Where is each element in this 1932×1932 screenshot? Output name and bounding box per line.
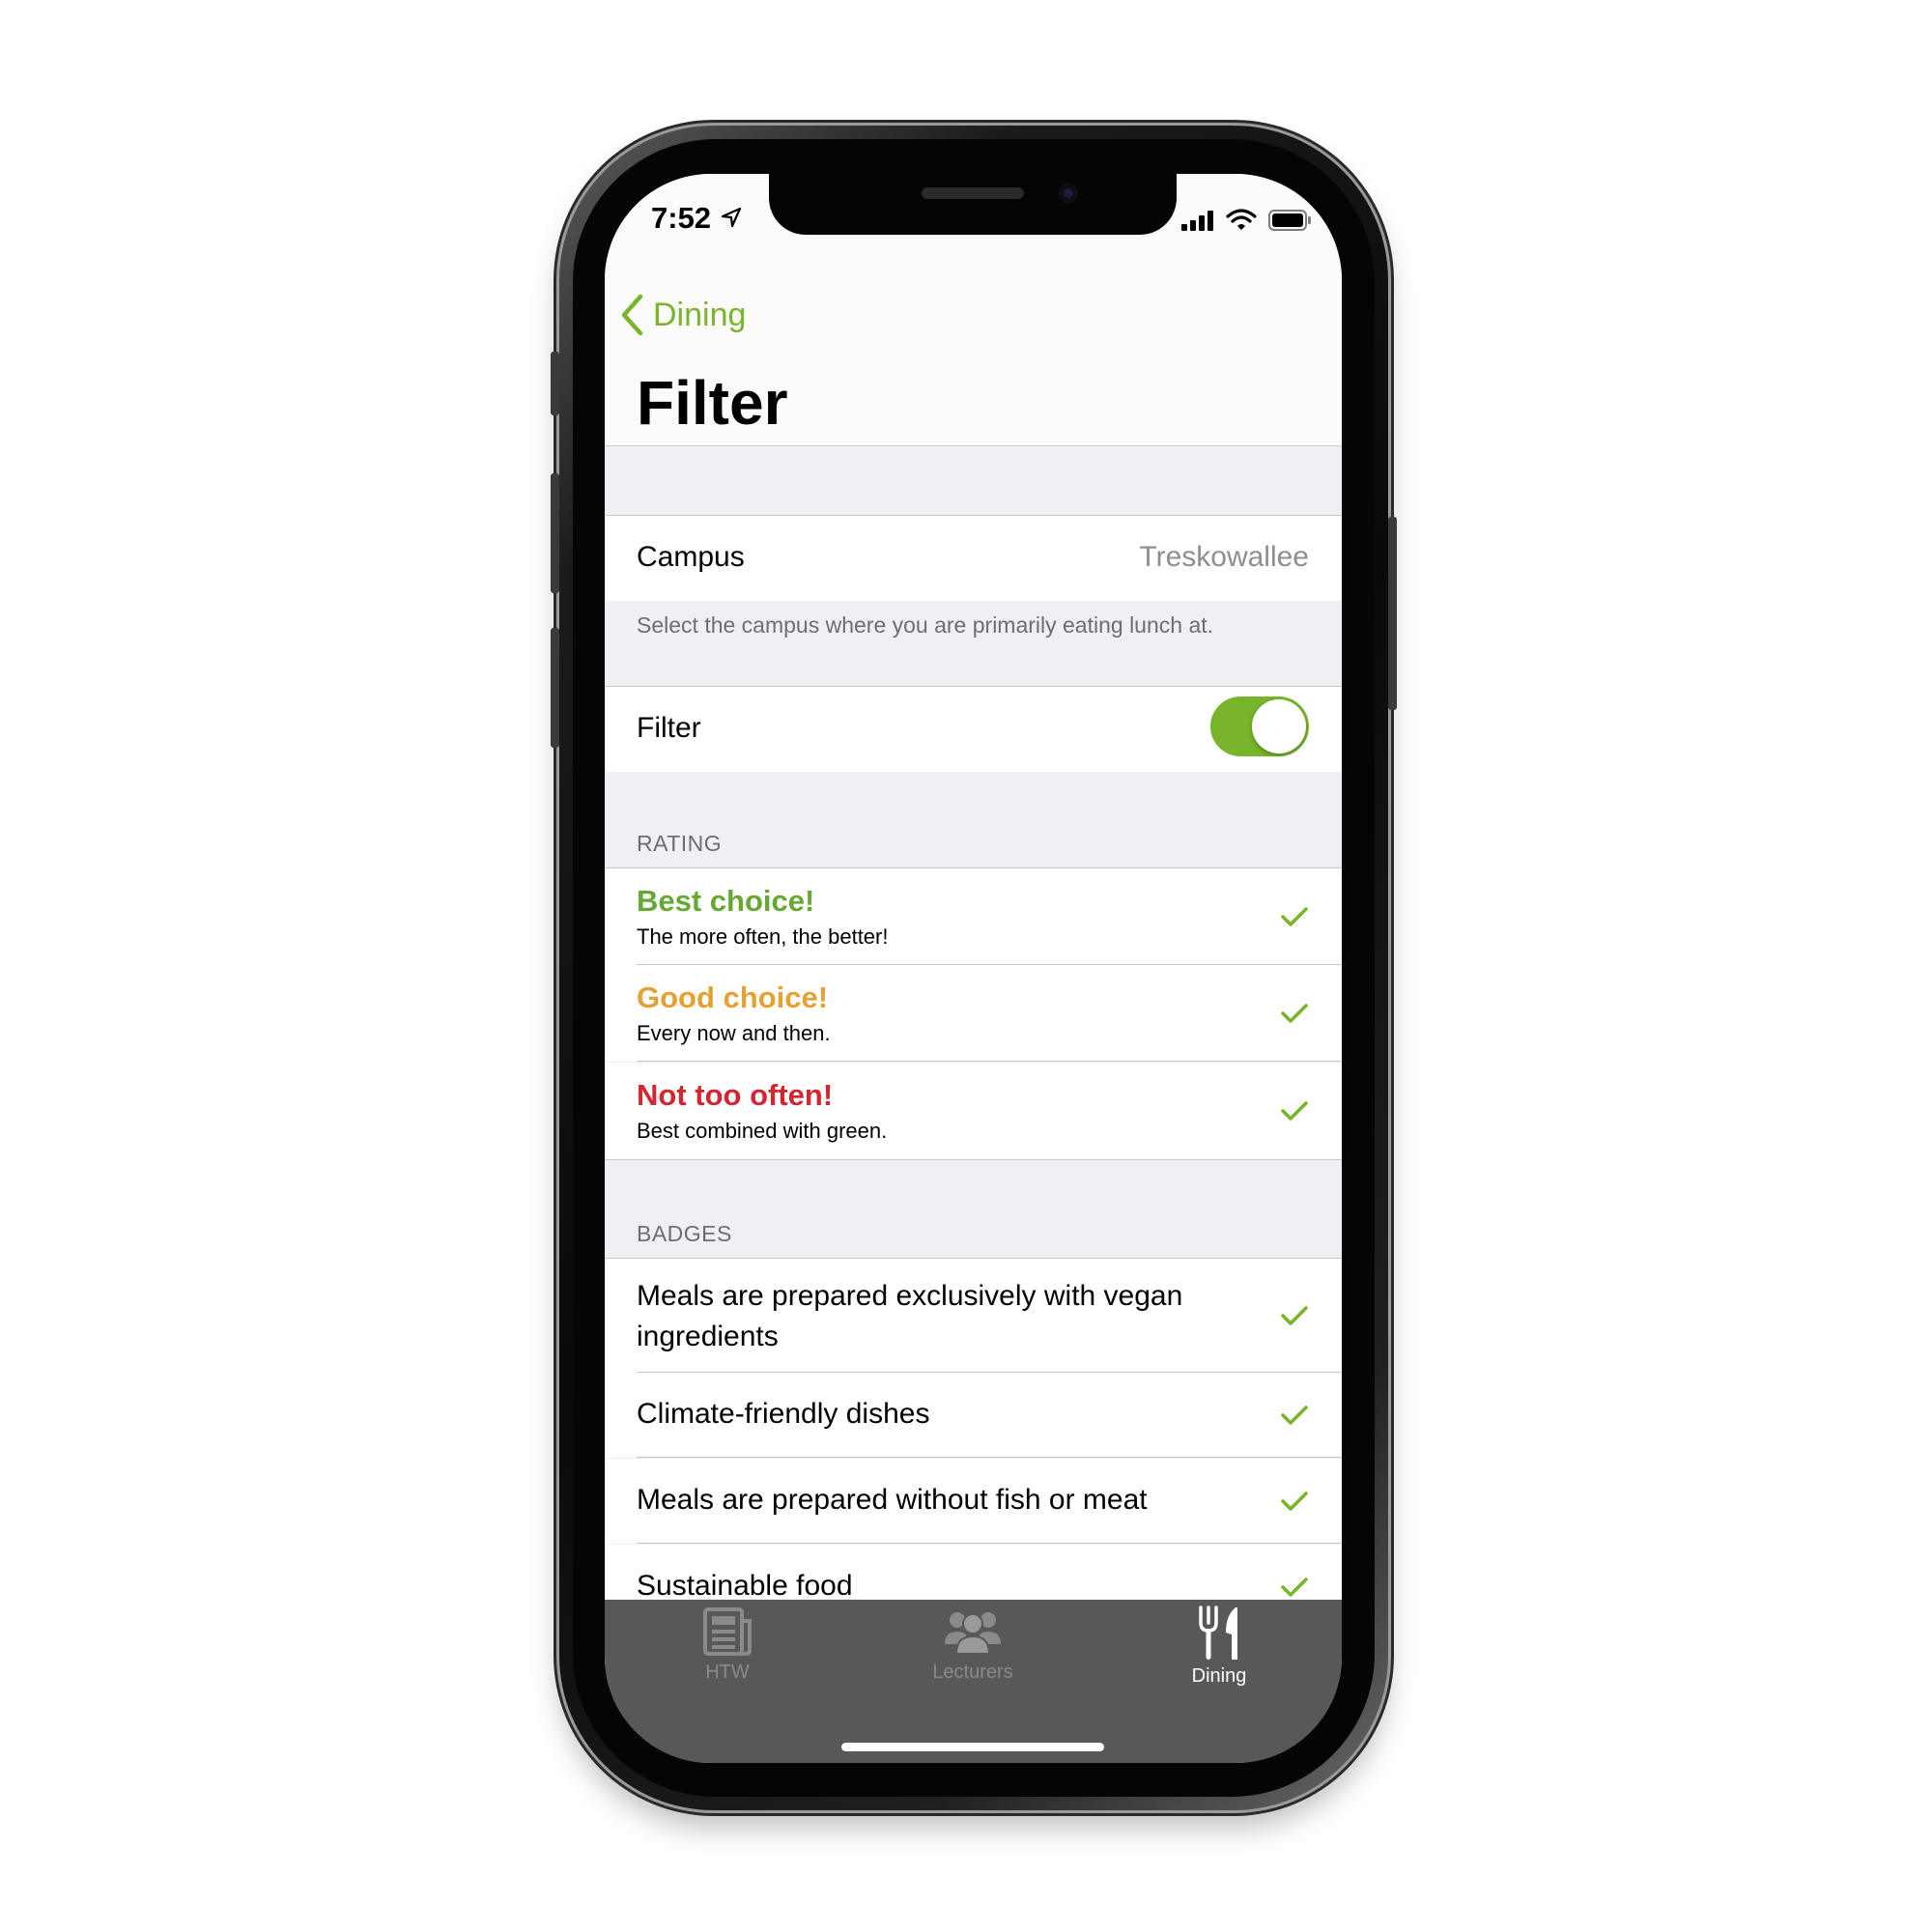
volume-down-button: [551, 628, 559, 748]
tab-label: HTW: [705, 1662, 750, 1683]
wifi-icon: [1226, 209, 1257, 230]
toggle-knob: [1252, 699, 1306, 753]
badge-label: Climate-friendly dishes: [637, 1398, 930, 1430]
screen: 7:52 Dining Filter Campus Treskowallee S…: [605, 174, 1342, 1763]
campus-footer: Select the campus where you are primaril…: [605, 601, 1342, 686]
badge-row[interactable]: Climate-friendly dishes: [605, 1373, 1342, 1458]
tab-label: Dining: [1191, 1665, 1247, 1687]
badges-section-header: BADGES: [605, 1160, 1342, 1258]
rating-row[interactable]: Good choice! Every now and then.: [605, 965, 1342, 1062]
badges-header-text: BADGES: [637, 1221, 732, 1246]
campus-label: Campus: [637, 541, 745, 573]
rating-subtitle: The more often, the better!: [637, 924, 889, 949]
rating-subtitle: Best combined with green.: [637, 1119, 888, 1143]
checkmark-icon: [1281, 1004, 1308, 1023]
badge-row[interactable]: Meals are prepared exclusively with vega…: [605, 1258, 1342, 1373]
tab-bar: HTW Lecturers Dining: [605, 1600, 1342, 1763]
rating-row[interactable]: Not too often! Best combined with green.: [605, 1063, 1342, 1160]
speaker-grille: [922, 187, 1024, 199]
battery-icon: [1268, 210, 1311, 231]
status-indicators: [1181, 209, 1313, 232]
checkmark-icon: [1281, 1492, 1308, 1511]
row-separator: [637, 1543, 1342, 1544]
tab-lecturers[interactable]: Lecturers: [876, 1605, 1069, 1702]
cellular-signal-icon: [1181, 211, 1213, 231]
fork-knife-icon: [1199, 1605, 1237, 1660]
badge-label: Meals are prepared without fish or meat: [637, 1484, 1148, 1516]
newspaper-icon: [703, 1607, 752, 1656]
navigation-bar: Dining Filter: [605, 261, 1342, 446]
row-separator: [637, 1061, 1342, 1062]
badge-label: Meals are prepared exclusively with vega…: [637, 1280, 1183, 1352]
mute-switch: [551, 352, 559, 415]
status-time: 7:52: [651, 201, 712, 235]
tab-label: Lecturers: [932, 1662, 1013, 1683]
checkmark-icon: [1281, 1406, 1308, 1425]
filter-toggle[interactable]: [1210, 696, 1309, 756]
checkmark-icon: [1281, 1306, 1308, 1325]
location-arrow-icon: [721, 207, 742, 228]
campus-value: Treskowallee: [1139, 541, 1309, 573]
filter-label: Filter: [637, 712, 701, 744]
front-camera: [1059, 184, 1078, 203]
back-button[interactable]: Dining: [620, 288, 746, 342]
rating-row[interactable]: Best choice! The more often, the better!: [605, 867, 1342, 965]
checkmark-icon: [1281, 907, 1308, 926]
people-icon: [945, 1612, 1001, 1655]
checkmark-icon: [1281, 1101, 1308, 1121]
volume-up-button: [551, 473, 559, 593]
rating-title: Best choice!: [637, 884, 815, 918]
power-button: [1388, 517, 1397, 710]
home-indicator[interactable]: [841, 1743, 1104, 1751]
back-button-label: Dining: [653, 296, 747, 333]
tab-dining[interactable]: Dining: [1122, 1605, 1316, 1702]
rating-title: Not too often!: [637, 1078, 834, 1112]
rating-title: Good choice!: [637, 980, 829, 1014]
checkmark-icon: [1281, 1577, 1308, 1597]
badge-row[interactable]: Meals are prepared without fish or meat: [605, 1459, 1342, 1544]
tab-htw[interactable]: HTW: [631, 1605, 824, 1702]
rating-subtitle: Every now and then.: [637, 1021, 831, 1045]
campus-footer-text: Select the campus where you are primaril…: [637, 612, 1214, 638]
rating-section-header: RATING: [605, 772, 1342, 867]
row-separator: [637, 1457, 1342, 1458]
notch: [769, 174, 1177, 235]
page-title: Filter: [637, 368, 788, 438]
chevron-left-icon: [621, 294, 643, 336]
section-spacer: [605, 446, 1342, 515]
filter-cell: Filter: [605, 686, 1342, 773]
campus-cell[interactable]: Campus Treskowallee: [605, 515, 1342, 602]
rating-header-text: RATING: [637, 831, 723, 856]
